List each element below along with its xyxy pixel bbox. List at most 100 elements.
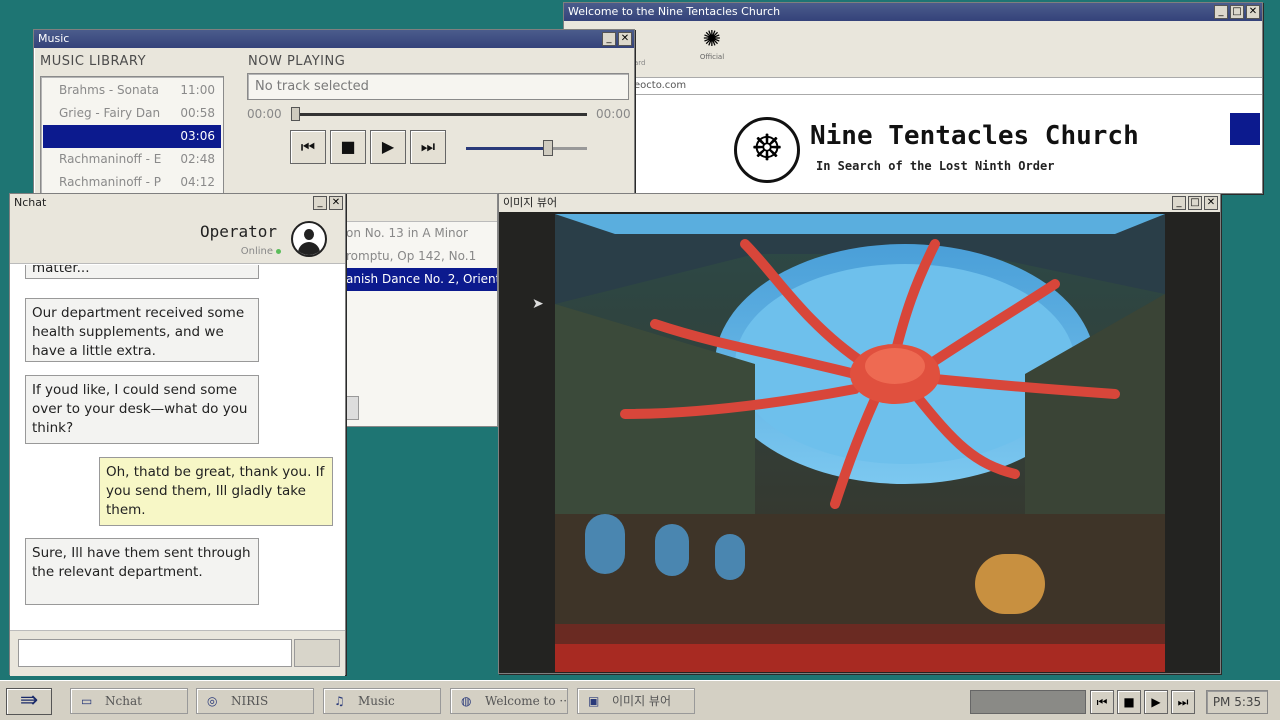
browser-title: Welcome to the Nine Tentacles Church [568,5,781,18]
minimize-button[interactable]: _ [602,32,616,46]
octopus-cathedral-image [555,214,1165,672]
octopus-icon: ✺ [702,27,722,52]
track-time: 00:58 [180,106,215,120]
track-name: Brahms - Sonata [59,83,160,97]
my-message-bubble: Oh, thatd be great, thank you. If you se… [99,457,333,526]
chat-titlebar[interactable]: Nchat _ ✕ [10,194,345,212]
address-bar[interactable]: eocto.com [564,77,1262,95]
library-heading: MUSIC LIBRARY [40,54,147,69]
music-window: Music _ ✕ MUSIC LIBRARY Brahms - Sonata 1… [33,29,635,195]
taskbar-stop-button[interactable]: ■ [1117,690,1141,714]
official-label: Official [699,53,725,61]
taskbar-next-button[interactable]: ⏭ [1171,690,1195,714]
now-playing-display: No track selected [247,73,629,100]
contact-status: Online [241,246,281,257]
previous-button[interactable]: ⏮ [290,130,326,164]
play-button[interactable]: ▶ [370,130,406,164]
forward-button[interactable]: ard [634,59,646,67]
task-music[interactable]: ♫ Music [323,688,441,714]
task-label: NIRIS [231,694,269,708]
music-titlebar[interactable]: Music _ ✕ [34,30,634,48]
taskbar: ⇛ ▭ Nchat ◎ NIRIS ♫ Music ◍ Welcome to ··· ▣… [0,680,1280,720]
library-track[interactable]: Grieg - Fairy Dan 00:58 [43,102,221,125]
site-title: Nine Tentacles Church [810,121,1139,151]
track-name: Rachmaninoff - E [59,152,162,166]
track-time: 04:12 [180,175,215,189]
track-time: 03:06 [180,129,215,143]
stop-button[interactable]: ■ [330,130,366,164]
close-button[interactable]: ✕ [1246,5,1260,19]
official-button[interactable]: ✺ Official [692,27,732,61]
viewer-canvas: ➤ [499,212,1220,673]
message-bubble: If youd like, I could send some over to … [25,375,259,444]
close-button[interactable]: ✕ [618,32,632,46]
clock: PM 5:35 [1206,690,1268,714]
taskbar-previous-button[interactable]: ⏮ [1090,690,1114,714]
library-track[interactable]: Brahms - Sonata 11:00 [43,79,221,102]
playlist-button[interactable] [345,396,359,420]
web-page: ☸ Nine Tentacles Church In Search of the… [634,95,1262,193]
maximize-button[interactable]: □ [1230,5,1244,19]
site-tagline: In Search of the Lost Ninth Order [816,159,1055,173]
close-button[interactable]: ✕ [1204,196,1218,210]
now-playing-heading: NOW PLAYING [248,54,346,69]
elapsed-time: 00:00 [247,107,282,121]
next-button[interactable]: ⏭ [410,130,446,164]
track-name: Rachmaninoff - P [59,175,162,189]
taskbar-play-button[interactable]: ▶ [1144,690,1168,714]
library-list: Brahms - Sonata 11:00 Grieg - Fairy Dan 00… [40,76,224,194]
total-time: 00:00 [596,107,631,121]
seek-handle[interactable] [291,107,300,121]
maximize-button[interactable]: □ [1188,196,1202,210]
start-button[interactable]: ⇛ [6,688,52,715]
task-image-viewer[interactable]: ▣ 이미지 뷰어 [577,688,695,714]
library-track[interactable]: Rachmaninoff - P 04:12 [43,171,221,194]
library-track[interactable]: Rachmaninoff - E 02:48 [43,148,221,171]
seek-bar[interactable] [291,113,587,116]
chat-header: Operator Online [10,212,345,264]
task-browser[interactable]: ◍ Welcome to ··· [450,688,568,714]
avatar [291,221,327,257]
task-label: Welcome to ··· [485,694,568,708]
message-list[interactable]: matter... Our department received some h… [10,265,345,627]
disc-icon: ◎ [207,694,218,708]
track-name: Grieg - Fairy Dan [59,106,161,120]
church-logo-icon: ☸ [734,117,800,183]
minimize-button[interactable]: _ [1214,5,1228,19]
track-time: 11:00 [180,83,215,97]
message-input[interactable] [18,639,292,667]
task-niris[interactable]: ◎ NIRIS [196,688,314,714]
minimize-button[interactable]: _ [313,196,327,210]
browser-window: Welcome to the Nine Tentacles Church _ □… [563,2,1263,194]
nav-bar-accent [1230,113,1260,145]
viewer-titlebar[interactable]: 이미지 뷰어 _ □ ✕ [499,194,1220,212]
viewer-title: 이미지 뷰어 [503,196,558,209]
library-track-selected[interactable]: 03:06 [43,125,221,148]
chat-window: Nchat _ ✕ Operator Online matter... Our … [9,193,346,676]
image-viewer-window: 이미지 뷰어 _ □ ✕ ➤ [498,193,1221,674]
task-label: Music [358,694,395,708]
music-note-icon: ♫ [334,694,345,708]
track-time: 02:48 [180,152,215,166]
send-button[interactable] [294,639,340,667]
task-label: Nchat [105,694,142,708]
volume-handle[interactable] [543,140,553,156]
message-bubble: Our department received some health supp… [25,298,259,362]
online-dot-icon [276,249,281,254]
task-nchat[interactable]: ▭ Nchat [70,688,188,714]
window-icon: ▭ [81,694,93,708]
task-label: 이미지 뷰어 [612,694,672,708]
close-button[interactable]: ✕ [329,196,343,210]
music-title: Music [38,32,70,45]
chat-title: Nchat [14,196,47,209]
image-icon: ▣ [588,694,600,708]
minimize-button[interactable]: _ [1172,196,1186,210]
browser-titlebar[interactable]: Welcome to the Nine Tentacles Church _ □… [564,3,1262,21]
mouse-cursor-icon: ➤ [532,296,544,312]
message-bubble: matter... [25,265,259,279]
message-bubble: Sure, Ill have them sent through the rel… [25,538,259,605]
globe-icon: ◍ [461,694,472,708]
volume-slider[interactable] [466,147,587,150]
browser-toolbar: ard ✺ Official [564,21,1262,75]
contact-name: Operator [199,222,277,241]
